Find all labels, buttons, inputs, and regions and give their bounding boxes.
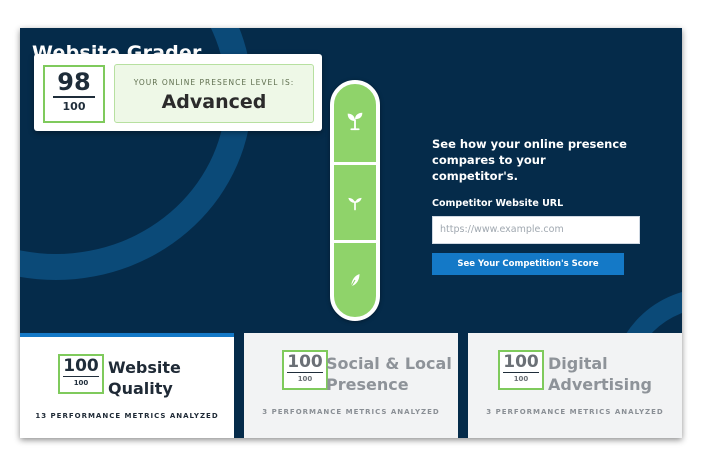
seedling-icon xyxy=(348,197,362,211)
competitor-panel: See how your online presence compares to… xyxy=(432,136,640,275)
overall-score-total: 100 xyxy=(62,100,86,113)
category-card-digital-advertising[interactable]: 100 100 Digital Advertising 3 PERFORMANC… xyxy=(468,333,682,438)
category-title-line1: Website xyxy=(108,358,181,377)
category-card-website-quality[interactable]: 100 100 Website Quality 13 PERFORMANCE M… xyxy=(20,333,234,438)
sprout-icon xyxy=(347,112,363,131)
category-score-value: 100 xyxy=(503,352,539,372)
growth-stage-indicator xyxy=(330,80,380,321)
category-metrics-count: 3 PERFORMANCE METRICS ANALYZED xyxy=(262,408,440,416)
category-score-box: 100 100 xyxy=(282,350,328,390)
overall-score-card: 98 100 YOUR ONLINE PRESENCE LEVEL IS: Ad… xyxy=(34,54,322,131)
category-score-box: 100 100 xyxy=(498,350,544,390)
category-title: Website Quality xyxy=(108,357,181,399)
category-metrics-count: 3 PERFORMANCE METRICS ANALYZED xyxy=(486,408,664,416)
competitor-url-input[interactable] xyxy=(432,216,640,244)
category-title-line1: Social & Local xyxy=(326,354,452,373)
category-title: Digital Advertising xyxy=(548,353,652,395)
category-score-total: 100 xyxy=(73,379,89,387)
presence-level-label: YOUR ONLINE PRESENCE LEVEL IS: xyxy=(133,78,295,87)
presence-level-box: YOUR ONLINE PRESENCE LEVEL IS: Advanced xyxy=(114,64,314,123)
category-title: Social & Local Presence xyxy=(326,353,452,395)
stage-intermediate xyxy=(334,162,376,239)
category-score-total: 100 xyxy=(297,375,313,383)
leaf-icon xyxy=(350,274,360,288)
category-cards: 100 100 Website Quality 13 PERFORMANCE M… xyxy=(20,333,682,438)
category-metrics-count: 13 PERFORMANCE METRICS ANALYZED xyxy=(35,412,219,420)
category-title-line1: Digital xyxy=(548,354,608,373)
stage-advanced xyxy=(334,84,376,158)
website-grader-panel: Website Grader 98 100 YOUR ONLINE PRESEN… xyxy=(20,28,682,438)
category-title-line2: Quality xyxy=(108,379,173,398)
presence-level-value: Advanced xyxy=(161,91,267,113)
category-title-line2: Advertising xyxy=(548,375,652,394)
see-competition-score-button[interactable]: See Your Competition's Score xyxy=(432,253,624,275)
category-title-line2: Presence xyxy=(326,375,409,394)
stage-beginner xyxy=(334,240,376,317)
category-score-total: 100 xyxy=(513,375,529,383)
overall-score-box: 98 100 xyxy=(43,65,105,123)
competitor-headline: See how your online presence compares to… xyxy=(432,137,627,183)
overall-score-value: 98 xyxy=(57,68,91,96)
category-score-box: 100 100 xyxy=(58,354,104,394)
category-score-value: 100 xyxy=(63,356,99,376)
category-card-social-local-presence[interactable]: 100 100 Social & Local Presence 3 PERFOR… xyxy=(244,333,458,438)
competitor-url-label: Competitor Website URL xyxy=(432,198,564,209)
category-score-value: 100 xyxy=(287,352,323,372)
